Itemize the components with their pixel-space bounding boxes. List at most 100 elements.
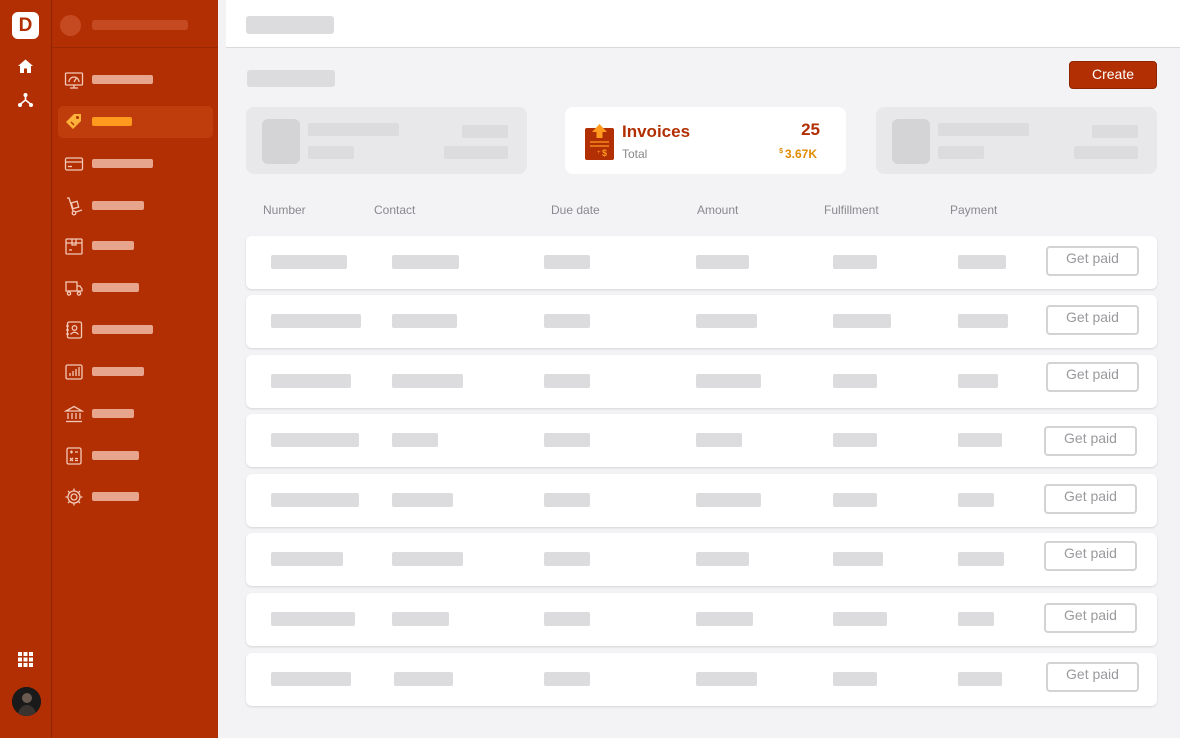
get-paid-button[interactable]: Get paid — [1046, 362, 1139, 392]
card-subtitle-placeholder — [938, 146, 984, 159]
sidebar-item-label-placeholder — [92, 159, 153, 168]
card-subtitle-placeholder — [308, 146, 354, 159]
column-header-due-date[interactable]: Due date — [551, 203, 600, 217]
column-header-number[interactable]: Number — [263, 203, 306, 217]
table-row[interactable]: Get paid — [246, 414, 1157, 467]
card-amount-placeholder — [1074, 146, 1138, 159]
create-button[interactable]: Create — [1069, 61, 1157, 89]
network-icon[interactable] — [16, 90, 35, 109]
sidebar-item-settings[interactable] — [58, 481, 213, 513]
sidebar-item-dashboard[interactable] — [58, 64, 213, 96]
apps-grid-icon[interactable] — [16, 650, 35, 669]
cart-icon — [64, 278, 84, 298]
cell-placeholder — [833, 314, 891, 328]
sidebar-item-products[interactable] — [58, 230, 213, 262]
invoices-card-title: Invoices — [622, 122, 691, 141]
column-header-fulfillment[interactable]: Fulfillment — [824, 203, 879, 217]
get-paid-button[interactable]: Get paid — [1044, 603, 1137, 633]
cell-placeholder — [958, 672, 1002, 686]
table-row[interactable]: Get paid — [246, 653, 1157, 706]
table-row[interactable]: Get paid — [246, 355, 1157, 408]
cell-placeholder — [392, 255, 459, 269]
cell-placeholder — [392, 433, 438, 447]
top-bar — [226, 0, 1180, 48]
summary-card-placeholder[interactable] — [876, 107, 1157, 174]
sidebar-item-label-placeholder — [92, 325, 153, 334]
cell-placeholder — [833, 255, 877, 269]
dashboard-icon — [64, 70, 84, 90]
column-header-payment[interactable]: Payment — [950, 203, 997, 217]
cell-placeholder — [958, 493, 994, 507]
get-paid-button[interactable]: Get paid — [1046, 246, 1139, 276]
invoices-card-subtitle: Total — [622, 147, 648, 161]
cell-placeholder — [833, 672, 877, 686]
card-count-placeholder — [1092, 125, 1138, 138]
sidebar-item-purchases[interactable] — [58, 272, 213, 304]
sidebar-item-payments[interactable] — [58, 148, 213, 180]
cell-placeholder — [958, 255, 1006, 269]
card-title-placeholder — [938, 123, 1029, 136]
summary-card-placeholder[interactable] — [246, 107, 527, 174]
get-paid-button[interactable]: Get paid — [1046, 662, 1139, 692]
invoice-document-icon: $ + — [585, 124, 614, 160]
sidebar-item-contacts[interactable] — [58, 314, 213, 346]
sidebar-item-label-placeholder — [92, 241, 134, 250]
calculator-icon — [64, 446, 84, 466]
cell-placeholder — [958, 612, 994, 626]
sidebar-item-sales[interactable] — [58, 106, 213, 138]
box-icon — [64, 236, 84, 256]
cell-placeholder — [392, 314, 457, 328]
main-content: Create $ + Invoices Total 25 $3.67K Numb… — [218, 0, 1180, 738]
cell-placeholder — [833, 493, 877, 507]
sidebar-item-label-placeholder — [92, 367, 144, 376]
home-icon[interactable] — [16, 57, 35, 76]
sidebar-item-reports[interactable] — [58, 356, 213, 388]
get-paid-button[interactable]: Get paid — [1044, 484, 1137, 514]
contacts-icon — [64, 320, 84, 340]
cell-placeholder — [958, 374, 998, 388]
cell-placeholder — [833, 612, 887, 626]
cell-placeholder — [696, 314, 757, 328]
card-icon-placeholder — [892, 119, 930, 164]
app-logo[interactable]: D — [12, 12, 39, 39]
get-paid-button[interactable]: Get paid — [1044, 541, 1137, 571]
currency-symbol: $ — [779, 148, 783, 155]
cell-placeholder — [544, 552, 590, 566]
sidebar-item-banking[interactable] — [58, 398, 213, 430]
column-header-contact[interactable]: Contact — [374, 203, 415, 217]
cell-placeholder — [696, 255, 749, 269]
card-count-placeholder — [462, 125, 508, 138]
card-title-placeholder — [308, 123, 399, 136]
get-paid-button[interactable]: Get paid — [1046, 305, 1139, 335]
breadcrumb-placeholder — [246, 16, 334, 34]
sidebar-item-label-placeholder — [92, 492, 139, 501]
cell-placeholder — [392, 493, 453, 507]
cell-placeholder — [271, 493, 359, 507]
cell-placeholder — [544, 255, 590, 269]
column-header-amount[interactable]: Amount — [697, 203, 738, 217]
table-row[interactable]: Get paid — [246, 533, 1157, 586]
cell-placeholder — [833, 552, 883, 566]
cell-placeholder — [271, 612, 355, 626]
sales-tag-icon — [64, 112, 84, 132]
sidebar-item-label-placeholder — [92, 75, 153, 84]
invoices-summary-card[interactable]: $ + Invoices Total 25 $3.67K — [565, 107, 846, 174]
avatar[interactable] — [12, 687, 41, 716]
cell-placeholder — [392, 552, 463, 566]
table-row[interactable]: Get paid — [246, 474, 1157, 527]
cell-placeholder — [544, 433, 590, 447]
table-row[interactable]: Get paid — [246, 593, 1157, 646]
table-row[interactable]: Get paid — [246, 295, 1157, 348]
cell-placeholder — [833, 374, 877, 388]
table-row[interactable]: Get paid — [246, 236, 1157, 289]
sidebar-item-label-placeholder — [92, 283, 139, 292]
card-icon — [64, 154, 84, 174]
app-rail: D — [0, 0, 52, 738]
cell-placeholder — [958, 433, 1002, 447]
get-paid-button[interactable]: Get paid — [1044, 426, 1137, 456]
sidebar-item-inventory[interactable] — [58, 190, 213, 222]
cell-placeholder — [696, 672, 757, 686]
cell-placeholder — [696, 552, 749, 566]
workspace-switcher[interactable] — [52, 0, 218, 48]
sidebar-item-accounting[interactable] — [58, 440, 213, 472]
